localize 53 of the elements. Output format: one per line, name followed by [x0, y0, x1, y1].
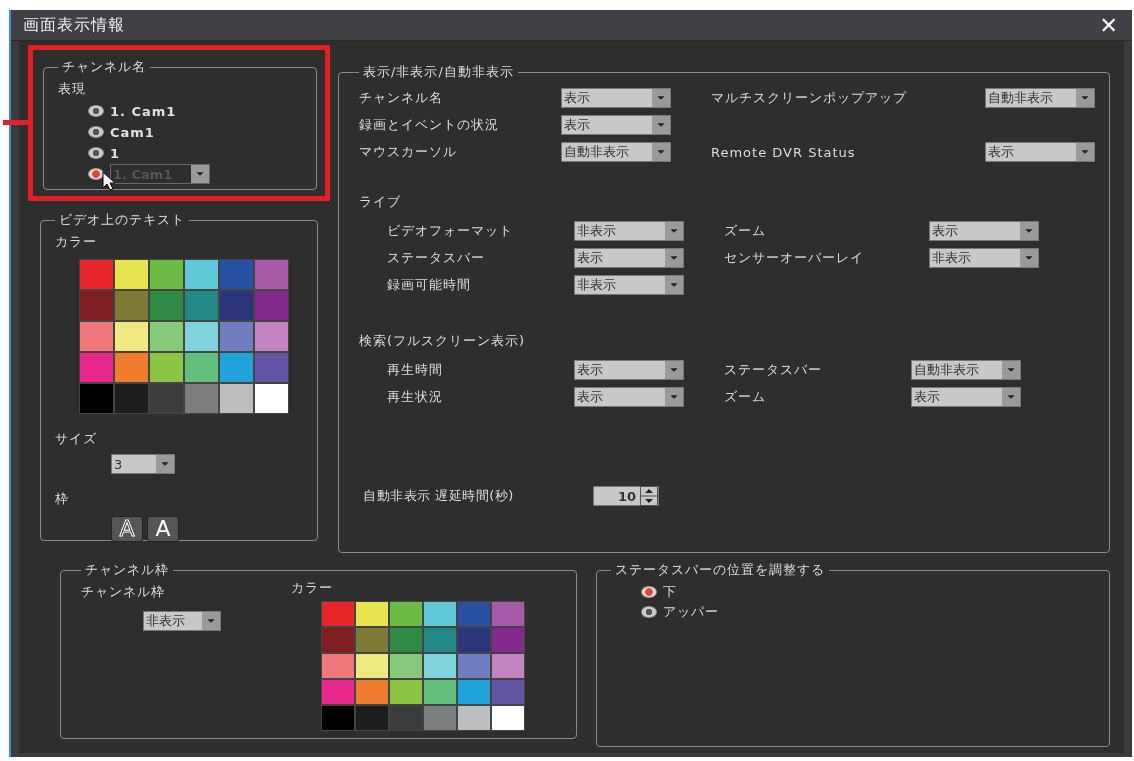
- setting-label: センサーオーバーレイ: [724, 249, 865, 267]
- field-label: 枠: [55, 490, 70, 508]
- setting-label: ビデオフォーマット: [387, 222, 514, 240]
- dropdown[interactable]: 表示: [911, 387, 1021, 407]
- group-legend: ステータスバーの位置を調整する: [610, 561, 829, 579]
- setting-label: ズーム: [724, 388, 767, 406]
- setting-label: ステータスバー: [724, 361, 823, 379]
- close-button[interactable]: ✕: [1095, 12, 1122, 38]
- dropdown[interactable]: 3: [111, 454, 175, 474]
- dropdown[interactable]: 非表示: [929, 248, 1039, 268]
- field-label: 表現: [58, 80, 87, 98]
- radio-label: 1. Cam1: [110, 103, 177, 119]
- radio-label: Cam1: [110, 124, 155, 140]
- setting-label: 録画とイベントの状況: [359, 116, 500, 134]
- dropdown[interactable]: 自動非表示: [985, 88, 1095, 108]
- dropdown[interactable]: 非表示: [574, 221, 684, 241]
- group-legend: チャンネル枠: [81, 561, 173, 579]
- radio-label: アッパー: [662, 603, 719, 621]
- dropdown[interactable]: 自動非表示: [911, 360, 1021, 380]
- setting-label: ステータスバー: [387, 249, 486, 267]
- setting-label: 録画可能時間: [387, 276, 472, 294]
- radio-label: 1: [110, 145, 121, 161]
- dropdown[interactable]: 表示: [561, 115, 671, 135]
- dropdown[interactable]: 表示: [574, 360, 684, 380]
- radio-label: 下: [662, 583, 677, 601]
- setting-label: チャンネル名: [359, 89, 444, 107]
- number-spinner[interactable]: 10: [593, 486, 659, 506]
- setting-label: 再生時間: [387, 361, 444, 379]
- dropdown[interactable]: 自動非表示: [561, 142, 671, 162]
- dropdown[interactable]: 表示: [985, 142, 1095, 162]
- window-title: 画面表示情報: [23, 14, 125, 36]
- font-style-button[interactable]: A: [147, 516, 179, 542]
- section-heading: ライブ: [359, 193, 402, 211]
- setting-label: マルチスクリーンポップアップ: [711, 89, 908, 107]
- field-label: チャンネル枠: [81, 583, 166, 601]
- dropdown[interactable]: 非表示: [574, 275, 684, 295]
- group-legend: 表示/非表示/自動非表示: [359, 63, 518, 81]
- dropdown[interactable]: 表示: [929, 221, 1039, 241]
- setting-label: 自動非表示 遅延時間(秒): [363, 487, 515, 505]
- dropdown[interactable]: 表示: [574, 248, 684, 268]
- dropdown[interactable]: 表示: [561, 88, 671, 108]
- setting-label: 再生状況: [387, 388, 444, 406]
- dropdown[interactable]: 表示: [574, 387, 684, 407]
- setting-label: マウスカーソル: [359, 143, 458, 161]
- field-label: サイズ: [55, 430, 98, 448]
- group-legend: ビデオ上のテキスト: [55, 211, 189, 229]
- setting-label: ズーム: [724, 222, 767, 240]
- dropdown[interactable]: 非表示: [143, 611, 221, 631]
- field-label: カラー: [55, 233, 98, 251]
- setting-label: Remote DVR Status: [711, 144, 857, 160]
- field-label: カラー: [291, 579, 334, 597]
- group-legend: チャンネル名: [58, 58, 150, 76]
- section-heading: 検索(フルスクリーン表示): [359, 332, 527, 350]
